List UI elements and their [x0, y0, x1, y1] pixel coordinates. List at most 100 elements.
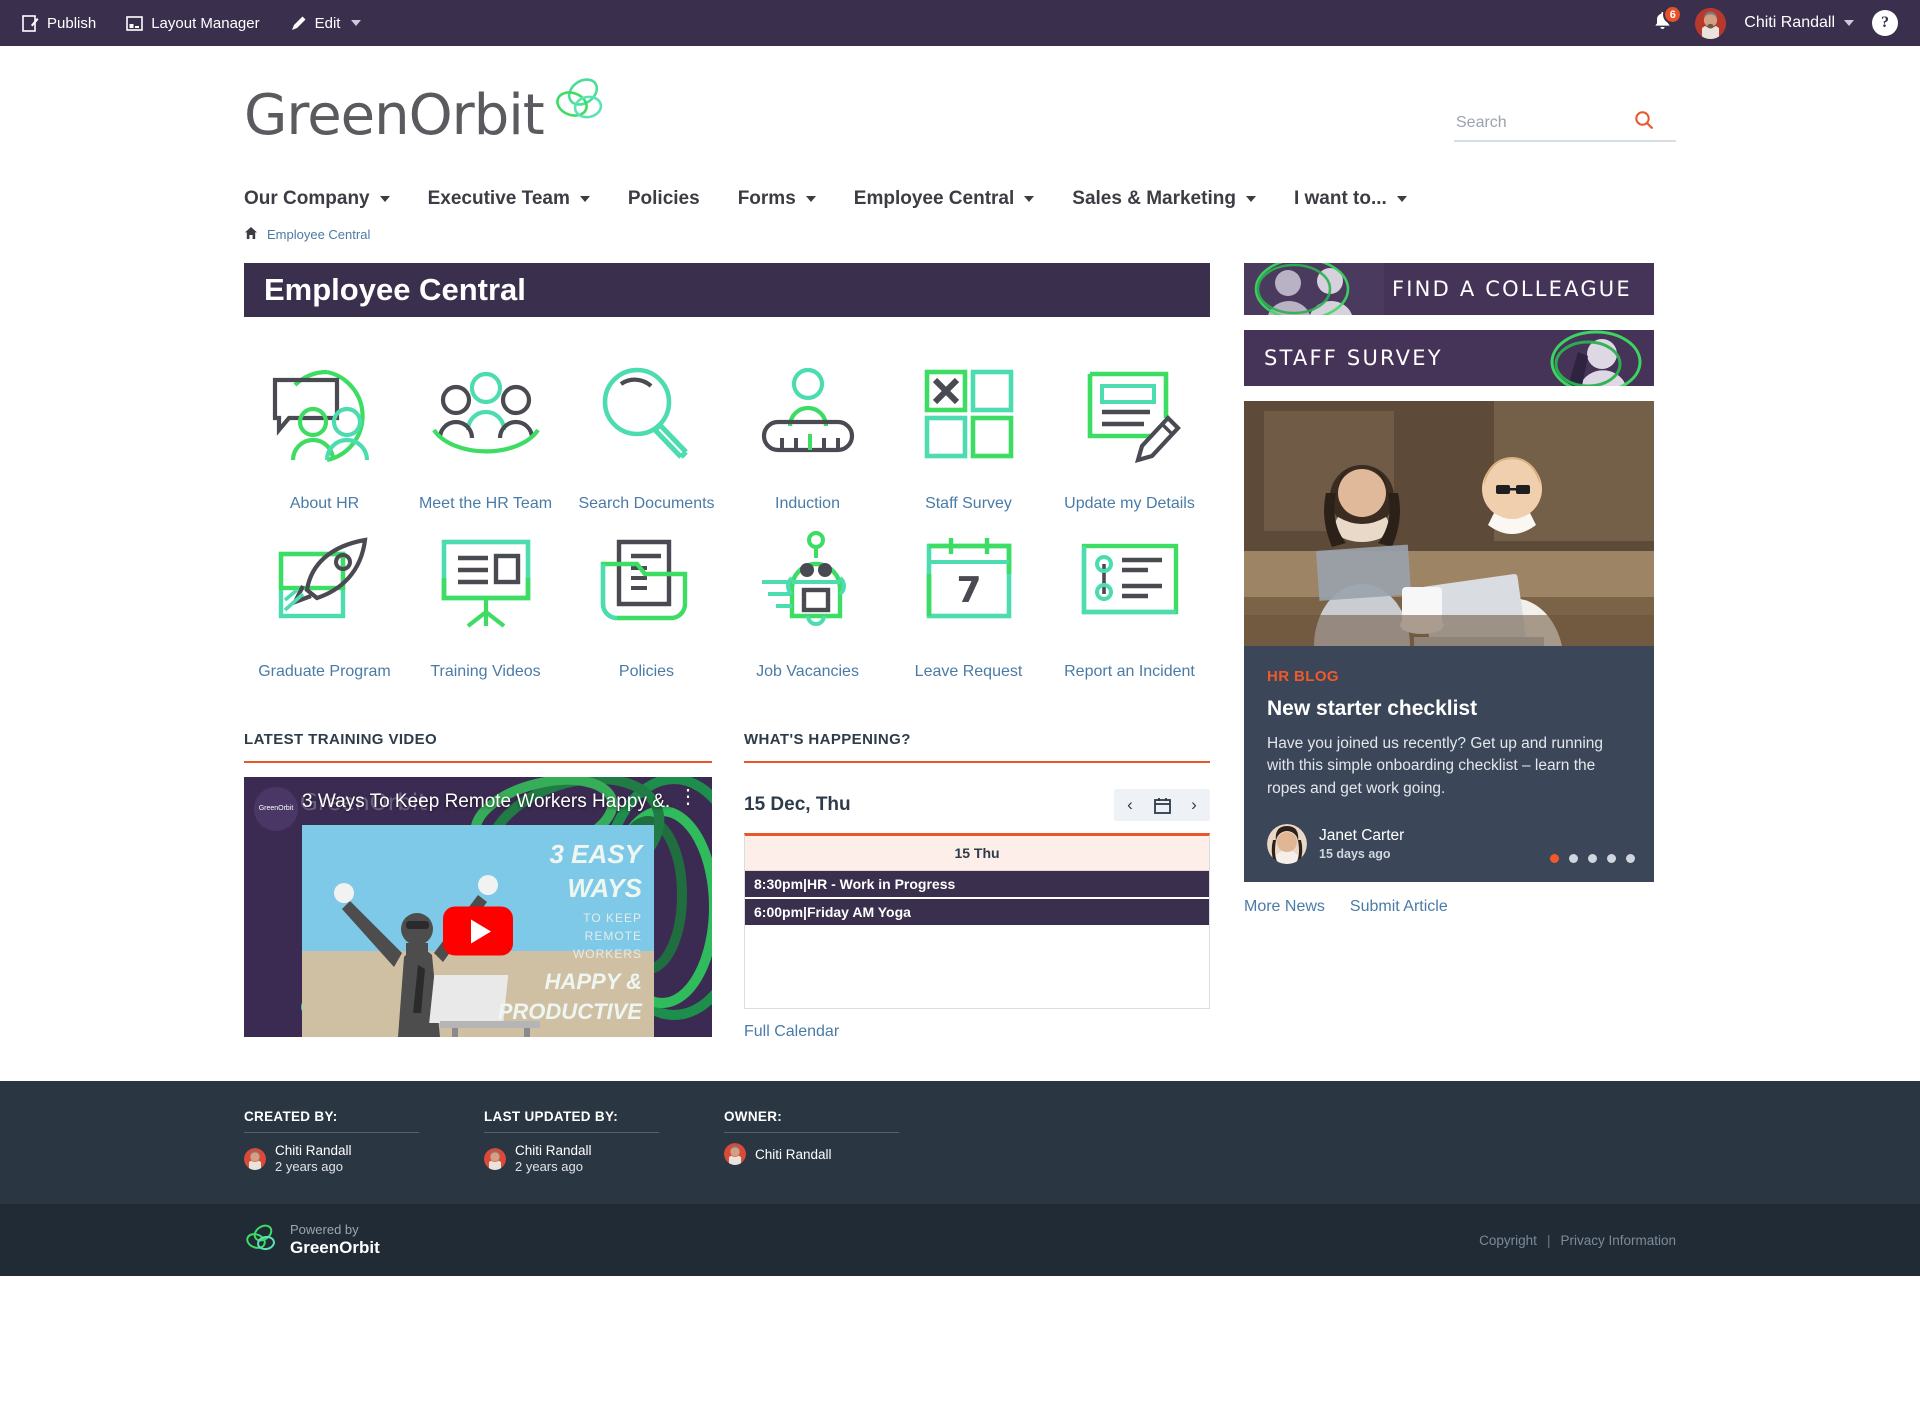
carousel-dot[interactable] — [1626, 854, 1635, 864]
nav-item-sales-marketing[interactable]: Sales & Marketing — [1072, 188, 1256, 210]
staff-survey-banner[interactable]: STAFF SURVEY — [1244, 330, 1654, 386]
submit-article-link[interactable]: Submit Article — [1350, 898, 1448, 916]
nav-item-forms[interactable]: Forms — [738, 188, 816, 210]
tile-label: Induction — [775, 495, 840, 512]
search-box[interactable] — [1454, 110, 1676, 142]
chevron-down-icon — [805, 196, 816, 202]
avatar — [484, 1147, 506, 1170]
site-header: GreenOrbit — [244, 46, 1676, 144]
carousel-dot[interactable] — [1569, 854, 1578, 864]
chevron-down-icon — [1396, 196, 1407, 202]
edit-button[interactable]: Edit — [290, 15, 362, 32]
footer-legal: Copyright | Privacy Information — [1479, 1233, 1676, 1248]
site-logo[interactable]: GreenOrbit — [244, 78, 610, 144]
tile-label: Graduate Program — [258, 663, 391, 680]
tile-staff-survey[interactable]: Staff Survey — [888, 353, 1049, 513]
chevron-down-icon — [351, 20, 362, 26]
tile-training-videos[interactable]: Training Videos — [405, 521, 566, 681]
greenorbit-mark-icon — [244, 1223, 278, 1258]
calendar-7-icon: 7 — [913, 521, 1025, 641]
tile-about-hr[interactable]: About HR — [244, 353, 405, 513]
tile-graduate-program[interactable]: Graduate Program — [244, 521, 405, 681]
nav-label: Policies — [627, 188, 700, 209]
edit-label: Edit — [314, 14, 341, 32]
avatar[interactable] — [1695, 7, 1727, 39]
carousel-dots — [1550, 854, 1635, 864]
nav-item-our-company[interactable]: Our Company — [244, 188, 390, 210]
three-people-icon — [430, 353, 542, 473]
calendar-day-header: 15 Thu — [745, 836, 1209, 871]
event-time: 8:30pm — [754, 876, 804, 892]
carousel-dot[interactable] — [1588, 854, 1597, 864]
nav-item-policies[interactable]: Policies — [628, 188, 700, 210]
layout-manager-label: Layout Manager — [151, 14, 260, 32]
thumb-sub-3: WORKERS — [572, 947, 642, 961]
tile-update-my-details[interactable]: Update my Details — [1049, 353, 1210, 513]
tile-label: Search Documents — [578, 495, 715, 512]
tile-search-documents[interactable]: Search Documents — [566, 353, 727, 513]
home-icon[interactable] — [244, 226, 258, 243]
chevron-down-icon — [1844, 20, 1854, 26]
video-more-options-icon[interactable]: ⋮ — [678, 787, 698, 807]
calendar-event[interactable]: 6:00pm|Friday AM Yoga — [745, 899, 1209, 925]
speech-bubble-people-icon — [269, 353, 381, 473]
banner-label: FIND A COLLEAGUE — [1392, 277, 1632, 301]
nav-item-executive-team[interactable]: Executive Team — [428, 188, 590, 210]
find-a-colleague-banner[interactable]: FIND A COLLEAGUE — [1244, 263, 1654, 315]
nav-item-i-want-to[interactable]: I want to... — [1294, 188, 1407, 210]
carousel-dot[interactable] — [1550, 854, 1559, 864]
layout-manager-button[interactable]: Layout Manager — [126, 14, 260, 32]
nav-item-employee-central[interactable]: Employee Central — [854, 188, 1035, 210]
nav-label: Our Company — [244, 188, 370, 209]
calendar-next-button[interactable]: › — [1178, 789, 1210, 821]
event-time: 6:00pm — [754, 904, 804, 920]
meta-label: OWNER: — [724, 1109, 783, 1124]
privacy-link[interactable]: Privacy Information — [1560, 1233, 1676, 1248]
avatar — [724, 1143, 746, 1165]
sidebar-column: FIND A COLLEAGUE STAFF SURVEY HR BLOG Ne… — [1244, 263, 1654, 1041]
divider — [484, 1132, 659, 1133]
tile-job-vacancies[interactable]: Job Vacancies — [727, 521, 888, 681]
news-title[interactable]: New starter checklist — [1267, 697, 1631, 721]
notifications-button[interactable]: 6 — [1647, 5, 1683, 38]
tile-policies[interactable]: Policies — [566, 521, 727, 681]
thumb-line-4: PRODUCTIVE — [497, 999, 642, 1024]
calendar-event[interactable]: 8:30pm|HR - Work in Progress — [745, 871, 1209, 897]
avatar — [244, 1147, 266, 1170]
chevron-down-icon — [579, 196, 590, 202]
publish-button[interactable]: Publish — [22, 15, 96, 32]
tile-label: Update my Details — [1064, 495, 1195, 512]
tile-label: Training Videos — [430, 663, 541, 680]
footer-brand: GreenOrbit — [290, 1238, 380, 1257]
thumb-sub-2: REMOTE — [584, 929, 642, 943]
news-image[interactable] — [1244, 401, 1654, 646]
main-column: Employee Central About HR Meet the HR Te… — [244, 263, 1210, 1041]
video-channel-logo: GreenOrbit — [254, 787, 298, 831]
breadcrumb-current[interactable]: Employee Central — [267, 227, 370, 242]
tile-induction[interactable]: Induction — [727, 353, 888, 513]
magnifier-icon — [591, 353, 703, 473]
meta-last-updated-by: LAST UPDATED BY: Chiti Randall 2 years a… — [484, 1109, 724, 1174]
powered-by-label: Powered by — [290, 1222, 359, 1237]
full-calendar-link[interactable]: Full Calendar — [744, 1023, 839, 1041]
calendar-prev-button[interactable]: ‹ — [1114, 789, 1146, 821]
calendar-picker-icon[interactable] — [1146, 789, 1178, 821]
help-button[interactable]: ? — [1872, 10, 1898, 36]
event-name: HR - Work in Progress — [806, 876, 956, 892]
carousel-dot[interactable] — [1607, 854, 1616, 864]
search-input[interactable] — [1454, 112, 1634, 133]
video-player[interactable]: GreenOrbit GreenOrbit 3 Ways To Keep Rem… — [244, 777, 712, 1037]
copyright-link[interactable]: Copyright — [1479, 1233, 1537, 1248]
more-news-link[interactable]: More News — [1244, 898, 1325, 916]
nav-label: I want to... — [1293, 188, 1387, 209]
tile-report-an-incident[interactable]: Report an Incident — [1049, 521, 1210, 681]
presentation-board-icon — [430, 521, 542, 641]
user-menu[interactable]: Chiti Randall — [1744, 14, 1854, 32]
search-icon[interactable] — [1634, 110, 1654, 135]
play-button[interactable] — [443, 906, 513, 956]
tile-leave-request[interactable]: 7 Leave Request — [888, 521, 1049, 681]
tile-label: Job Vacancies — [756, 663, 859, 680]
banner-photo — [1484, 330, 1654, 386]
latest-training-video-widget: LATEST TRAINING VIDEO GreenOrbit GreenOr… — [244, 731, 712, 1041]
tile-meet-the-hr-team[interactable]: Meet the HR Team — [405, 353, 566, 513]
